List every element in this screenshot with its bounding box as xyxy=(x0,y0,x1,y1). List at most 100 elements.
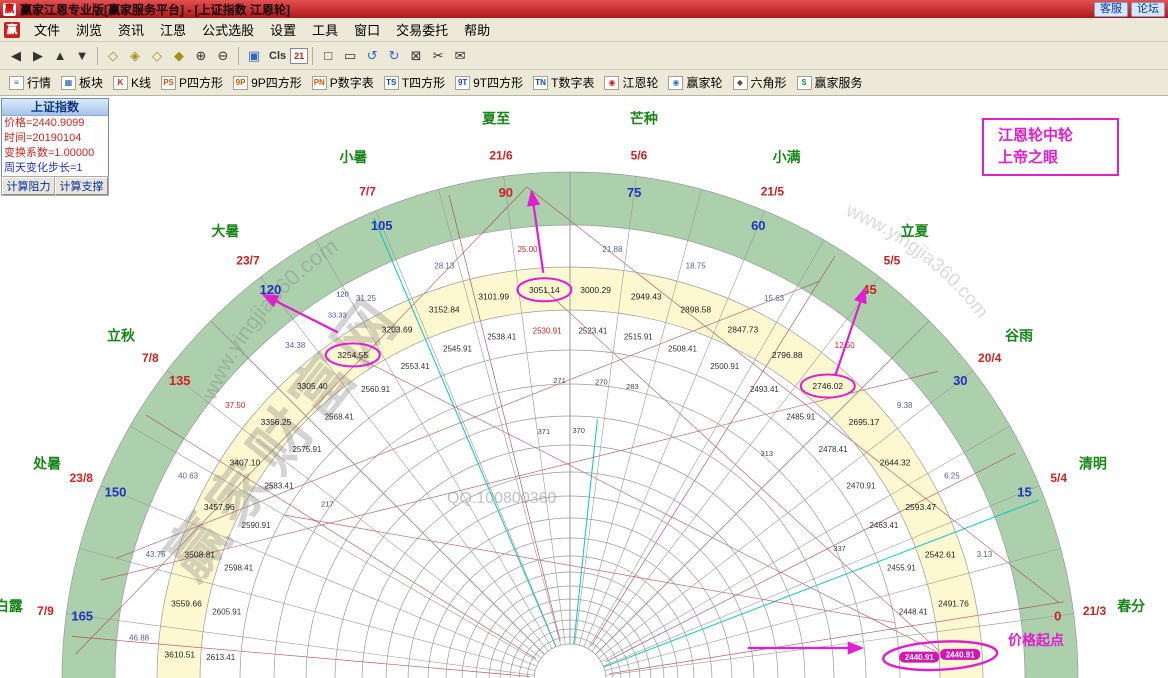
kline-button[interactable]: KK线 xyxy=(108,72,156,93)
svg-text:3051.14: 3051.14 xyxy=(529,285,560,295)
p-square-button[interactable]: PSP四方形 xyxy=(156,72,228,93)
winner-wheel-button[interactable]: ◉赢家轮 xyxy=(663,72,727,93)
svg-text:20/4: 20/4 xyxy=(978,351,1002,365)
info-row: 周天变化步长=1 xyxy=(2,161,108,176)
hexagon-button[interactable]: ◆六角形 xyxy=(728,72,792,93)
svg-text:3203.69: 3203.69 xyxy=(382,324,413,334)
wheel-note-line1: 江恩轮中轮 xyxy=(998,125,1117,148)
diamond-outline-tool-icon[interactable]: ◇ xyxy=(146,46,168,66)
overlay-icon[interactable]: ▣ xyxy=(243,46,265,66)
svg-text:7/8: 7/8 xyxy=(142,351,159,365)
svg-text:7/9: 7/9 xyxy=(37,604,54,618)
svg-text:90: 90 xyxy=(499,185,513,200)
winner-service-button[interactable]: $赢家服务 xyxy=(792,72,868,93)
svg-text:2695.17: 2695.17 xyxy=(849,417,880,427)
menu-item-窗口[interactable]: 窗口 xyxy=(346,17,388,42)
watermark-qq: QQ:100800360 xyxy=(447,490,557,507)
svg-text:2898.58: 2898.58 xyxy=(680,305,711,315)
svg-text:立秋: 立秋 xyxy=(107,327,136,343)
svg-text:165: 165 xyxy=(71,608,93,623)
svg-text:3000.29: 3000.29 xyxy=(580,285,611,295)
t-number-table-button[interactable]: TNT数字表 xyxy=(528,72,599,93)
info-row: 价格=2440.9099 xyxy=(2,116,108,131)
toolbar-views: ≡行情▦板块KK线PSP四方形9P9P四方形PNP数字表TST四方形9T9T四方… xyxy=(0,70,1168,96)
toolbar-label: P数字表 xyxy=(330,74,374,91)
svg-text:5/5: 5/5 xyxy=(884,254,901,268)
toolbar-label: 六角形 xyxy=(751,74,787,91)
svg-text:2478.41: 2478.41 xyxy=(819,445,848,454)
diamond-grid-tool-icon[interactable]: ◈ xyxy=(124,46,146,66)
svg-text:370: 370 xyxy=(572,426,585,435)
clear-button[interactable]: Cls xyxy=(265,46,290,66)
zoom-out-icon[interactable]: ⊖ xyxy=(212,46,234,66)
rect-tool-icon[interactable]: □ xyxy=(317,46,339,66)
up-icon[interactable]: ▲ xyxy=(49,46,71,66)
t-square-button[interactable]: TST四方形 xyxy=(379,72,450,93)
forum-button[interactable]: 论坛 xyxy=(1131,2,1165,17)
svg-text:3457.96: 3457.96 xyxy=(204,502,235,512)
svg-text:21/5: 21/5 xyxy=(761,185,785,199)
menu-item-帮助[interactable]: 帮助 xyxy=(456,17,498,42)
svg-text:白露: 白露 xyxy=(0,598,24,614)
svg-text:2605.91: 2605.91 xyxy=(212,608,241,617)
svg-text:2542.61: 2542.61 xyxy=(925,549,956,559)
svg-text:3.13: 3.13 xyxy=(977,550,993,559)
rotate-right-icon[interactable]: ↻ xyxy=(383,46,405,66)
diamond-solid-tool-icon[interactable]: ◆ xyxy=(168,46,190,66)
svg-text:2746.02: 2746.02 xyxy=(812,381,843,391)
svg-text:2523.41: 2523.41 xyxy=(578,327,607,336)
menu-item-资讯[interactable]: 资讯 xyxy=(110,17,152,42)
menu-item-文件[interactable]: 文件 xyxy=(26,17,68,42)
zoom-in-icon[interactable]: ⊕ xyxy=(190,46,212,66)
sectors-icon: ▦ xyxy=(61,76,76,90)
calendar-icon[interactable]: 21 xyxy=(290,48,308,64)
svg-text:3508.81: 3508.81 xyxy=(184,549,215,559)
menu-item-公式选股[interactable]: 公式选股 xyxy=(194,17,262,42)
delete-tool-icon[interactable]: ⊠ xyxy=(405,46,427,66)
toolbar-label: 板块 xyxy=(79,74,103,91)
gann-wheel-chart: 赢家财富网www.yingjia360.comwww.yingjia360.co… xyxy=(0,0,1168,678)
forward-icon[interactable]: ▶ xyxy=(27,46,49,66)
menu-item-交易委托[interactable]: 交易委托 xyxy=(388,17,456,42)
svg-text:2508.41: 2508.41 xyxy=(668,344,697,353)
menu-item-设置[interactable]: 设置 xyxy=(262,17,304,42)
svg-text:2463.41: 2463.41 xyxy=(869,521,898,530)
svg-text:21/6: 21/6 xyxy=(489,149,513,163)
title-bar: 赢 赢家江恩专业版[赢家服务平台] - [上证指数 江恩轮] 客服论坛 xyxy=(0,0,1168,18)
gann-wheel-button[interactable]: ◉江恩轮 xyxy=(599,72,663,93)
calc-support-button[interactable]: 计算支撑 xyxy=(55,177,108,195)
back-icon[interactable]: ◀ xyxy=(5,46,27,66)
svg-text:3152.84: 3152.84 xyxy=(429,305,460,315)
rotate-left-icon[interactable]: ↺ xyxy=(361,46,383,66)
svg-text:31.25: 31.25 xyxy=(356,294,377,303)
gann-wheel-icon: ◉ xyxy=(604,76,619,90)
quotes-button[interactable]: ≡行情 xyxy=(4,72,56,93)
svg-text:2545.91: 2545.91 xyxy=(443,344,472,353)
9t-square-icon: 9T xyxy=(455,76,470,90)
toolbar-label: 行情 xyxy=(27,74,51,91)
service-button[interactable]: 客服 xyxy=(1094,2,1128,17)
svg-text:34.38: 34.38 xyxy=(285,341,306,350)
svg-text:3305.40: 3305.40 xyxy=(297,381,328,391)
svg-text:2485.91: 2485.91 xyxy=(786,413,815,422)
toolbar-separator xyxy=(238,47,239,65)
menu-item-江恩[interactable]: 江恩 xyxy=(152,17,194,42)
diamond-tool-icon[interactable]: ◇ xyxy=(102,46,124,66)
menu-item-工具[interactable]: 工具 xyxy=(304,17,346,42)
svg-text:7/7: 7/7 xyxy=(359,185,376,199)
svg-text:谷雨: 谷雨 xyxy=(1005,327,1033,343)
calc-resistance-button[interactable]: 计算阻力 xyxy=(2,177,55,195)
down-icon[interactable]: ▼ xyxy=(71,46,93,66)
9t-square-button[interactable]: 9T9T四方形 xyxy=(450,72,528,93)
p-number-table-button[interactable]: PNP数字表 xyxy=(307,72,379,93)
svg-text:立夏: 立夏 xyxy=(901,223,930,239)
comment-tool-icon[interactable]: ✉ xyxy=(449,46,471,66)
cut-tool-icon[interactable]: ✂ xyxy=(427,46,449,66)
svg-text:2493.41: 2493.41 xyxy=(750,385,779,394)
9p-square-button[interactable]: 9P9P四方形 xyxy=(228,72,307,93)
svg-text:2644.32: 2644.32 xyxy=(880,458,911,468)
sectors-button[interactable]: ▦板块 xyxy=(56,72,108,93)
menu-item-浏览[interactable]: 浏览 xyxy=(68,17,110,42)
label-tool-icon[interactable]: ▭ xyxy=(339,46,361,66)
svg-text:21/3: 21/3 xyxy=(1083,604,1107,618)
